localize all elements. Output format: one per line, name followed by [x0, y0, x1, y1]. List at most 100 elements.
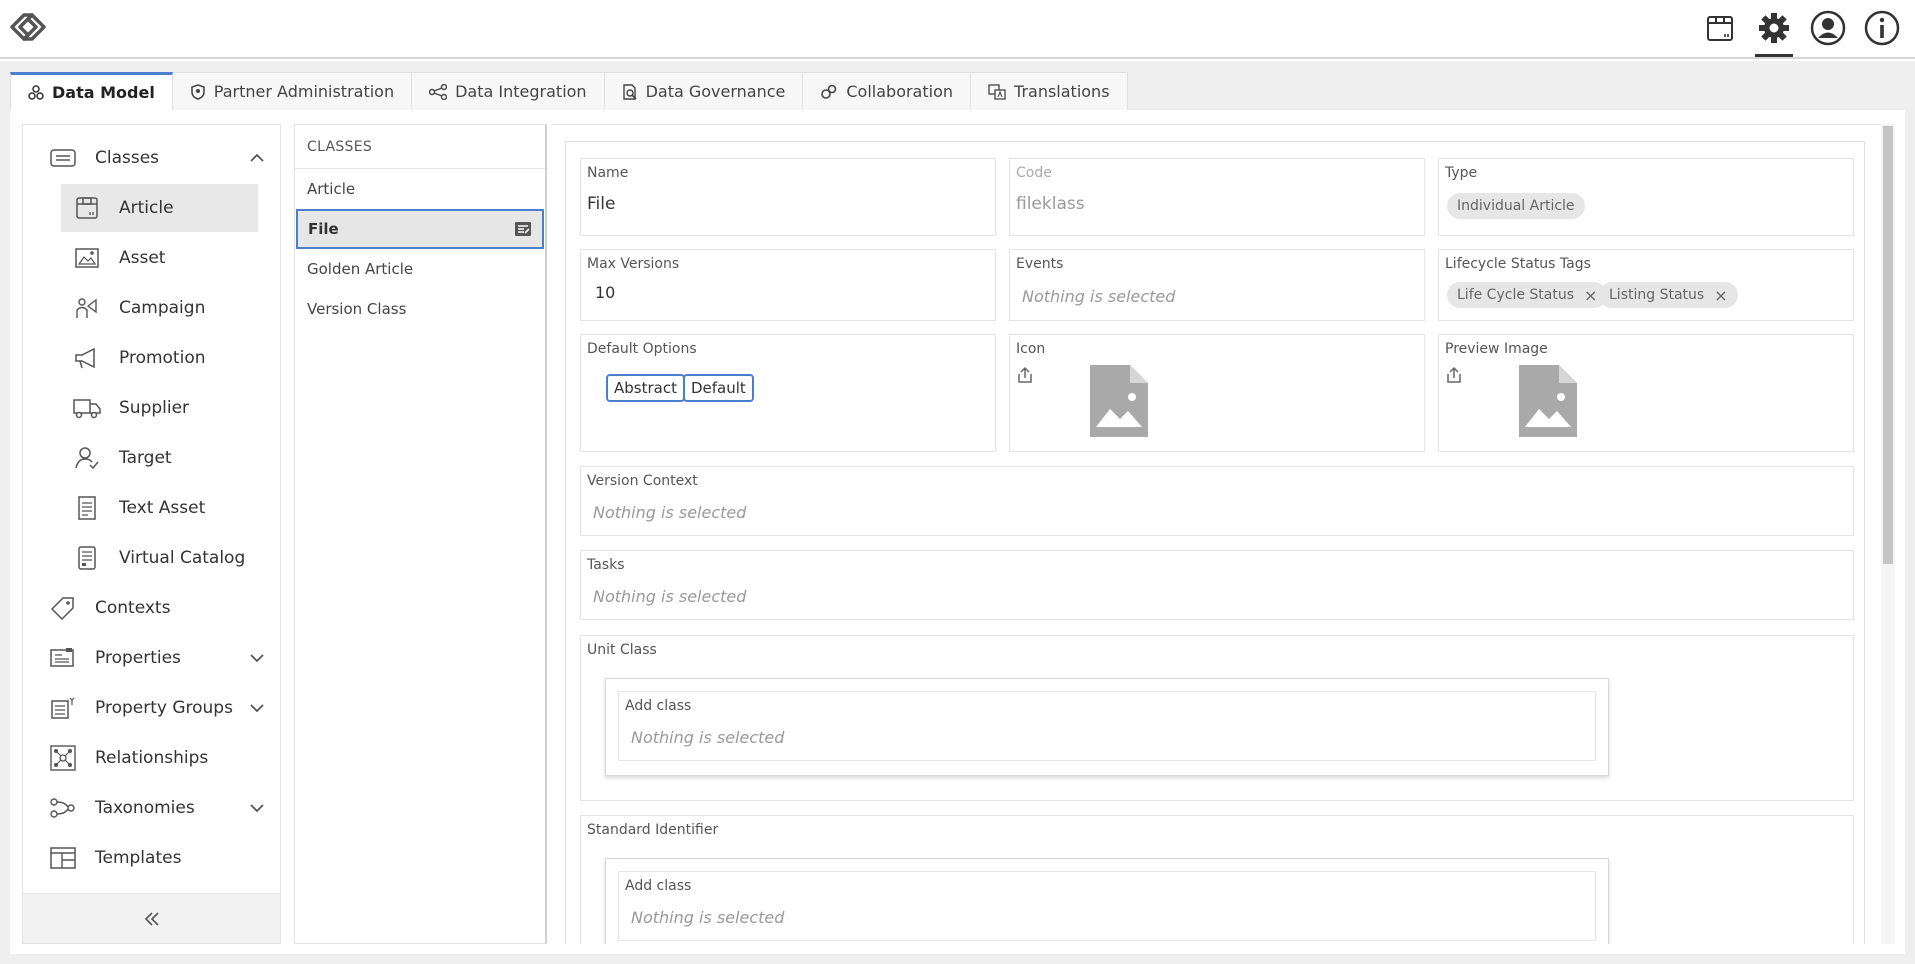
sidebar-item-label: Properties	[95, 648, 181, 668]
sidebar-item-target[interactable]: Target	[23, 434, 280, 482]
class-item-golden-article[interactable]: Golden Article	[295, 249, 545, 289]
field-label: Add class	[625, 878, 692, 894]
add-class-field[interactable]: Add class Nothing is selected	[618, 871, 1596, 941]
tab-label: Translations	[1014, 82, 1110, 101]
field-label: Unit Class	[587, 642, 657, 658]
class-item-label: Golden Article	[307, 260, 414, 278]
field-label: Code	[1016, 165, 1052, 181]
sidebar-item-label: Supplier	[119, 398, 190, 418]
add-class-placeholder: Nothing is selected	[631, 908, 785, 927]
field-label: Version Context	[587, 473, 698, 489]
tasks-placeholder: Nothing is selected	[593, 587, 747, 606]
sidebar-item-contexts[interactable]: Contexts	[23, 584, 280, 632]
sidebar-item-label: Virtual Catalog	[119, 548, 246, 568]
sidebar-item-property-groups[interactable]: Property Groups	[23, 684, 280, 732]
sidebar-item-label: Templates	[95, 848, 182, 868]
chevron-down-icon[interactable]	[248, 649, 266, 667]
sidebar-item-taxonomies[interactable]: Taxonomies	[23, 784, 280, 832]
top-bar	[0, 0, 1915, 59]
field-label: Lifecycle Status Tags	[1445, 256, 1591, 272]
governance-icon	[622, 83, 637, 100]
asset-icon	[73, 244, 101, 272]
type-chip: Individual Article	[1447, 193, 1585, 219]
scrollbar-thumb[interactable]	[1883, 126, 1893, 564]
tab-collaboration[interactable]: Collaboration	[803, 72, 972, 110]
sidebar-item-article[interactable]: Article	[61, 184, 258, 232]
user-icon[interactable]	[1809, 9, 1847, 47]
abstract-option-button[interactable]: Abstract	[606, 374, 685, 402]
text-asset-icon	[73, 494, 101, 522]
classes-icon	[49, 144, 77, 172]
events-placeholder: Nothing is selected	[1022, 287, 1176, 306]
sidebar-item-properties[interactable]: Properties	[23, 634, 280, 682]
remove-tag-icon[interactable]: ×	[1714, 286, 1727, 305]
remove-tag-icon[interactable]: ×	[1584, 286, 1597, 305]
default-option-button[interactable]: Default	[683, 374, 754, 402]
app-logo-icon[interactable]	[6, 9, 50, 45]
field-label: Preview Image	[1445, 341, 1548, 357]
shield-icon	[191, 83, 205, 100]
sidebar-item-virtual-catalog[interactable]: Virtual Catalog	[23, 534, 280, 582]
sidebar-item-label: Classes	[95, 148, 160, 168]
detail-scrollbar[interactable]	[1881, 124, 1895, 944]
content-area: Classes Article Asset Campaign Promotion…	[10, 110, 1905, 954]
article-icon	[73, 194, 101, 222]
chevron-down-icon[interactable]	[248, 699, 266, 717]
events-field[interactable]: Events Nothing is selected	[1009, 249, 1425, 321]
sidebar-item-label: Text Asset	[119, 498, 206, 518]
class-item-version-class[interactable]: Version Class	[295, 289, 545, 329]
translations-icon	[988, 83, 1006, 100]
class-item-label: Article	[307, 180, 356, 198]
tab-data-governance[interactable]: Data Governance	[604, 72, 804, 110]
icon-field: Icon	[1009, 334, 1425, 452]
tab-data-integration[interactable]: Data Integration	[412, 72, 605, 110]
field-label: Max Versions	[587, 256, 680, 272]
class-item-article[interactable]: Article	[295, 169, 545, 209]
tag-label: Life Cycle Status	[1457, 287, 1575, 303]
tasks-field[interactable]: Tasks Nothing is selected	[580, 550, 1854, 620]
class-list-header: CLASSES	[295, 125, 545, 169]
info-icon[interactable]	[1863, 9, 1901, 47]
field-label: Standard Identifier	[587, 822, 719, 838]
gear-icon[interactable]	[1755, 9, 1793, 57]
upload-icon[interactable]	[1016, 366, 1034, 384]
article-icon[interactable]	[1701, 9, 1739, 47]
lifecycle-tag: Life Cycle Status ×	[1447, 282, 1608, 308]
class-item-file[interactable]: File	[296, 209, 544, 249]
add-class-field[interactable]: Add class Nothing is selected	[618, 691, 1596, 761]
sidebar-item-text-asset[interactable]: Text Asset	[23, 484, 280, 532]
field-label: Name	[587, 165, 629, 181]
standard-identifier-box: Add class Nothing is selected	[605, 858, 1609, 944]
sidebar-item-asset[interactable]: Asset	[23, 234, 280, 282]
tab-translations[interactable]: Translations	[971, 72, 1128, 110]
sidebar-item-campaign[interactable]: Campaign	[23, 284, 280, 332]
sidebar-item-label: Asset	[119, 248, 166, 268]
sidebar-collapse-button[interactable]	[23, 893, 280, 943]
upload-icon[interactable]	[1445, 366, 1463, 384]
version-context-placeholder: Nothing is selected	[593, 503, 747, 522]
field-label: Events	[1016, 256, 1064, 272]
sidebar-item-label: Relationships	[95, 748, 209, 768]
type-field[interactable]: Type Individual Article	[1438, 158, 1854, 236]
name-field[interactable]: Name File	[580, 158, 996, 236]
tab-label: Data Model	[52, 83, 155, 102]
class-detail-panel: Name File Code fileklass Type Individual…	[551, 124, 1881, 944]
tab-label: Collaboration	[846, 82, 954, 101]
sidebar-item-relationships[interactable]: Relationships	[23, 734, 280, 782]
main-tabs: Data Model Partner Administration Data I…	[10, 72, 1128, 110]
tab-partner-administration[interactable]: Partner Administration	[172, 72, 413, 110]
lifecycle-status-tags-field[interactable]: Lifecycle Status Tags Life Cycle Status ×…	[1438, 249, 1854, 321]
property-groups-icon	[49, 694, 77, 722]
chevron-down-icon[interactable]	[248, 799, 266, 817]
sidebar-item-templates[interactable]: Templates	[23, 834, 280, 882]
tab-data-model[interactable]: Data Model	[10, 72, 173, 110]
virtual-catalog-icon	[73, 544, 101, 572]
max-versions-field[interactable]: Max Versions 10	[580, 249, 996, 321]
sidebar-item-classes[interactable]: Classes	[23, 134, 280, 182]
version-context-field[interactable]: Version Context Nothing is selected	[580, 466, 1854, 536]
chevron-up-icon[interactable]	[248, 149, 266, 167]
sidebar-item-supplier[interactable]: Supplier	[23, 384, 280, 432]
edit-icon[interactable]	[514, 220, 532, 238]
add-class-placeholder: Nothing is selected	[631, 728, 785, 747]
sidebar-item-promotion[interactable]: Promotion	[23, 334, 280, 382]
